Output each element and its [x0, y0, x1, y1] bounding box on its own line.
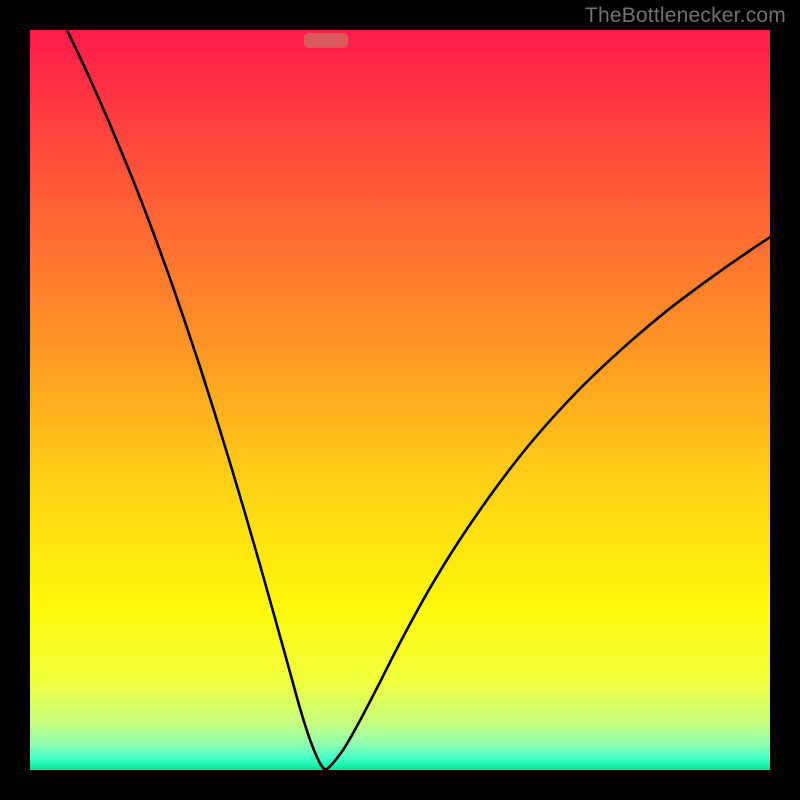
gradient-background	[30, 30, 770, 770]
chart-container: TheBottlenecker.com	[0, 0, 800, 800]
bottleneck-marker	[304, 33, 348, 48]
bottleneck-curve-chart	[30, 30, 770, 770]
watermark-label: TheBottlenecker.com	[585, 4, 786, 28]
plot-area	[30, 30, 770, 770]
